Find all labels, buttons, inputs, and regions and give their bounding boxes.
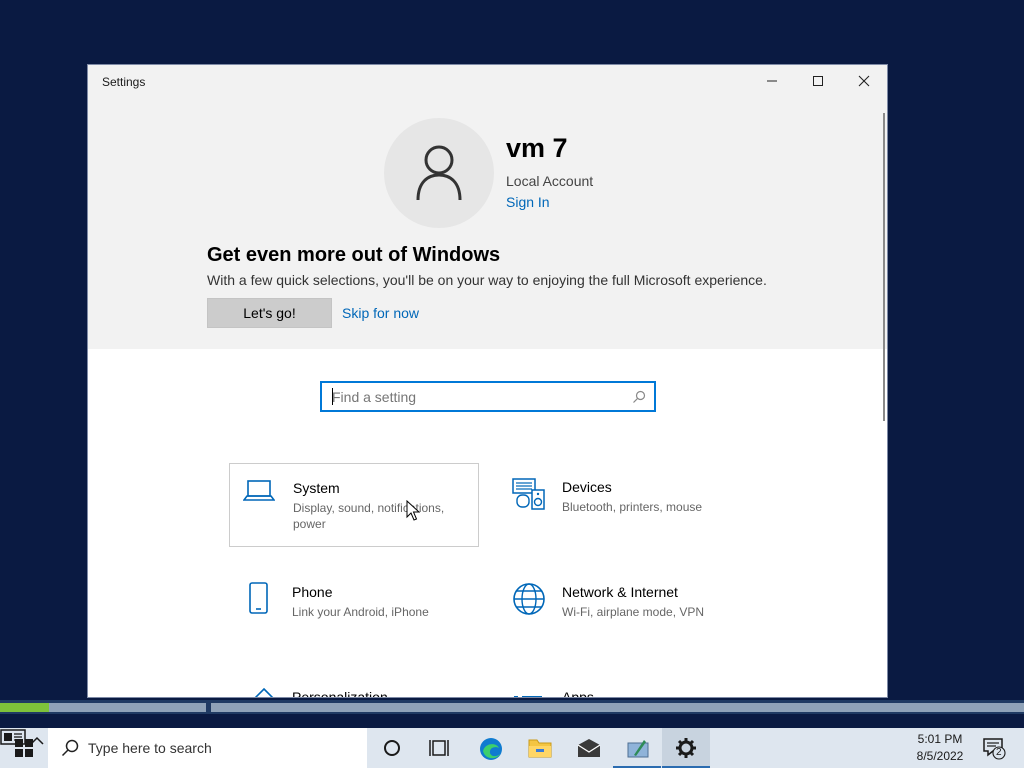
notification-icon: [983, 738, 1006, 760]
clock-time: 5:01 PM: [917, 732, 963, 746]
text-caret: [332, 388, 333, 405]
start-button[interactable]: [0, 728, 48, 768]
apps-list-icon: [514, 696, 542, 697]
edge-button[interactable]: [466, 728, 514, 768]
user-icon: [416, 145, 462, 201]
minimize-button[interactable]: [749, 65, 795, 97]
brush-icon: [254, 687, 274, 697]
account-type: Local Account: [506, 173, 594, 189]
taskbar-search-placeholder: Type here to search: [88, 740, 212, 756]
category-devices[interactable]: Devices Bluetooth, printers, mouse: [499, 463, 749, 547]
category-name: Phone: [292, 584, 333, 600]
category-description: Bluetooth, printers, mouse: [562, 500, 703, 514]
clock-date: 8/5/2022: [916, 749, 964, 763]
progress-track-secondary: [211, 703, 1024, 712]
search-placeholder: Find a setting: [332, 389, 417, 405]
title-bar[interactable]: Settings: [88, 65, 887, 99]
taskbar-search-box[interactable]: Type here to search: [48, 728, 367, 768]
mouse-cursor-icon: [406, 500, 420, 521]
maximize-button[interactable]: [795, 65, 841, 97]
paint-icon: [627, 740, 649, 758]
taskbar: Type here to search 5:01 PM 8/5/2022 2: [0, 728, 1024, 768]
settings-app-button[interactable]: [662, 728, 710, 768]
progress-fill: [0, 703, 49, 712]
account-name: vm 7: [506, 133, 568, 163]
category-apps[interactable]: Apps: [499, 673, 749, 697]
mail-icon: [577, 739, 601, 757]
close-button[interactable]: [841, 65, 887, 97]
category-personalization[interactable]: Personalization: [229, 673, 479, 697]
clock[interactable]: 5:01 PM 8/5/2022: [908, 731, 972, 765]
search-icon[interactable]: [632, 390, 646, 404]
category-name: Personalization: [292, 689, 388, 697]
category-name: Apps: [562, 689, 594, 697]
task-view-icon: [429, 740, 449, 756]
settings-window: Settings vm 7 Local Account Sign In Get …: [88, 65, 887, 697]
category-system[interactable]: System Display, sound, notifications, po…: [229, 463, 479, 547]
paint-app-button[interactable]: [613, 728, 661, 768]
promo-text: With a few quick selections, you'll be o…: [207, 272, 767, 288]
laptop-icon: [243, 480, 275, 501]
category-network-internet[interactable]: Network & Internet Wi-Fi, airplane mode,…: [499, 568, 749, 652]
minimize-icon: [767, 80, 777, 82]
file-explorer-button[interactable]: [515, 728, 563, 768]
category-description: Link your Android, iPhone: [292, 605, 429, 619]
cortana-button[interactable]: [368, 728, 416, 768]
category-description: Wi-Fi, airplane mode, VPN: [562, 605, 705, 619]
phone-icon: [249, 582, 268, 614]
mail-button[interactable]: [564, 728, 612, 768]
avatar: [384, 118, 494, 228]
globe-icon: [513, 583, 545, 615]
task-view-button[interactable]: [416, 728, 464, 768]
lets-go-button[interactable]: Let's go!: [207, 298, 332, 328]
window-title: Settings: [102, 75, 146, 89]
category-description: Display, sound, notifications, power: [293, 501, 445, 531]
skip-for-now-link[interactable]: Skip for now: [342, 305, 419, 321]
account-header: vm 7 Local Account Sign In Get even more…: [88, 99, 887, 349]
close-icon: [858, 75, 870, 87]
action-center-button[interactable]: 2: [978, 728, 1018, 768]
notification-badge: 2: [996, 747, 1002, 758]
edge-browser-icon: [480, 738, 502, 760]
category-name: Network & Internet: [562, 584, 678, 600]
folder-icon: [528, 739, 552, 758]
search-icon: [61, 739, 79, 757]
find-setting-input[interactable]: Find a setting: [320, 381, 656, 412]
cortana-circle-icon: [384, 740, 400, 756]
category-name: Devices: [562, 479, 612, 495]
promo-title: Get even more out of Windows: [207, 244, 501, 266]
progress-strip: [0, 700, 1024, 714]
category-phone[interactable]: Phone Link your Android, iPhone: [229, 568, 479, 652]
windows-logo-icon: [15, 739, 33, 757]
scrollbar[interactable]: [883, 113, 885, 421]
category-name: System: [293, 480, 340, 496]
sign-in-link[interactable]: Sign In: [506, 194, 550, 210]
maximize-icon: [813, 76, 823, 86]
devices-icon: [512, 478, 545, 510]
gear-icon: [676, 738, 696, 758]
